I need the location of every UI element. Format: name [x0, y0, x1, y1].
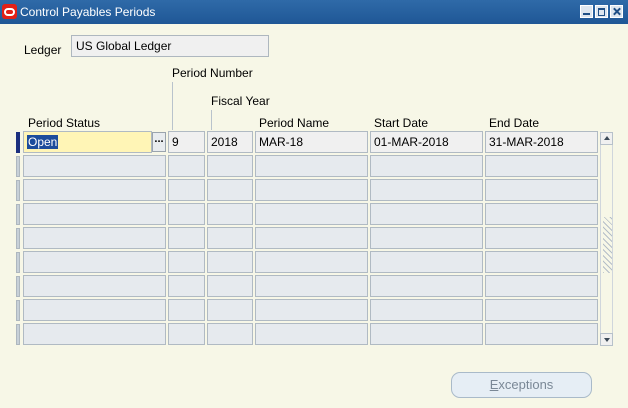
period-number-field[interactable] [168, 155, 205, 177]
start-date-field[interactable] [370, 299, 483, 321]
exceptions-button[interactable]: Exceptions [451, 372, 592, 398]
row-indicator[interactable] [16, 228, 20, 249]
end-date-field[interactable] [485, 251, 598, 273]
row-indicator[interactable] [16, 276, 20, 297]
fiscal-year-field[interactable] [207, 251, 253, 273]
period-name-field[interactable]: MAR-18 [255, 131, 368, 153]
fiscal-year-field[interactable]: 2018 [207, 131, 253, 153]
period-status-field[interactable] [23, 203, 166, 225]
start-date-field[interactable] [370, 155, 483, 177]
period-status-field[interactable] [23, 323, 166, 345]
period-status-field[interactable] [23, 275, 166, 297]
row-indicator[interactable] [16, 324, 20, 345]
row-indicator[interactable] [16, 204, 20, 225]
period-number-field[interactable] [168, 251, 205, 273]
period-status-field[interactable] [23, 251, 166, 273]
fiscal-year-field[interactable] [207, 179, 253, 201]
period-name-field[interactable] [255, 299, 368, 321]
end-date-field[interactable]: 31-MAR-2018 [485, 131, 598, 153]
scroll-down-arrow-icon[interactable] [600, 333, 613, 346]
scroll-track[interactable] [600, 145, 613, 333]
period-status-field[interactable] [23, 179, 166, 201]
period-status-field[interactable] [23, 155, 166, 177]
start-date-field[interactable] [370, 251, 483, 273]
period-number-field[interactable] [168, 227, 205, 249]
period-name-field[interactable] [255, 251, 368, 273]
list-of-values-button[interactable]: ... [152, 132, 166, 152]
end-date-field[interactable] [485, 155, 598, 177]
ledger-label: Ledger [24, 43, 62, 57]
end-date-field[interactable] [485, 227, 598, 249]
scroll-up-arrow-icon[interactable] [600, 132, 613, 145]
period-number-field[interactable] [168, 275, 205, 297]
period-name-field[interactable] [255, 323, 368, 345]
header-divider [172, 82, 173, 130]
period-name-field[interactable] [255, 227, 368, 249]
period-status-field[interactable] [23, 299, 166, 321]
fiscal-year-field[interactable] [207, 227, 253, 249]
period-name-field[interactable] [255, 155, 368, 177]
close-button[interactable] [610, 5, 623, 18]
maximize-button[interactable] [595, 5, 608, 18]
row-indicator[interactable] [16, 300, 20, 321]
start-date-field[interactable]: 01-MAR-2018 [370, 131, 483, 153]
row-indicator-current[interactable] [16, 132, 20, 153]
title-bar: Control Payables Periods [0, 0, 628, 24]
ledger-field[interactable]: US Global Ledger [71, 35, 269, 57]
vertical-scrollbar[interactable] [600, 132, 613, 346]
fiscal-year-field[interactable] [207, 299, 253, 321]
start-date-field[interactable] [370, 275, 483, 297]
period-number-field[interactable]: 9 [168, 131, 205, 153]
fiscal-year-field[interactable] [207, 155, 253, 177]
period-number-field[interactable] [168, 299, 205, 321]
start-date-field[interactable] [370, 179, 483, 201]
header-divider [211, 110, 212, 130]
scroll-thumb[interactable] [603, 217, 612, 273]
window-title: Control Payables Periods [20, 5, 156, 19]
period-status-field[interactable]: Open [23, 131, 152, 153]
end-date-field[interactable] [485, 203, 598, 225]
start-date-field[interactable] [370, 323, 483, 345]
oracle-logo-icon [2, 4, 17, 19]
minimize-button[interactable] [580, 5, 593, 18]
column-header-period-number: Period Number [172, 66, 253, 80]
start-date-field[interactable] [370, 203, 483, 225]
end-date-field[interactable] [485, 323, 598, 345]
period-number-field[interactable] [168, 179, 205, 201]
end-date-field[interactable] [485, 299, 598, 321]
period-status-field[interactable] [23, 227, 166, 249]
start-date-field[interactable] [370, 227, 483, 249]
column-header-period-status: Period Status [28, 116, 101, 130]
column-header-fiscal-year: Fiscal Year [211, 94, 270, 108]
end-date-field[interactable] [485, 179, 598, 201]
column-header-start-date: Start Date [374, 116, 429, 130]
period-number-field[interactable] [168, 203, 205, 225]
fiscal-year-field[interactable] [207, 323, 253, 345]
exceptions-button-label: xceptions [498, 377, 554, 392]
period-name-field[interactable] [255, 203, 368, 225]
fiscal-year-field[interactable] [207, 275, 253, 297]
period-name-field[interactable] [255, 275, 368, 297]
period-number-field[interactable] [168, 323, 205, 345]
row-indicator[interactable] [16, 252, 20, 273]
fiscal-year-field[interactable] [207, 203, 253, 225]
period-name-field[interactable] [255, 179, 368, 201]
row-indicator[interactable] [16, 180, 20, 201]
row-indicator[interactable] [16, 156, 20, 177]
column-header-period-name: Period Name [259, 116, 330, 130]
end-date-field[interactable] [485, 275, 598, 297]
column-header-end-date: End Date [489, 116, 540, 130]
